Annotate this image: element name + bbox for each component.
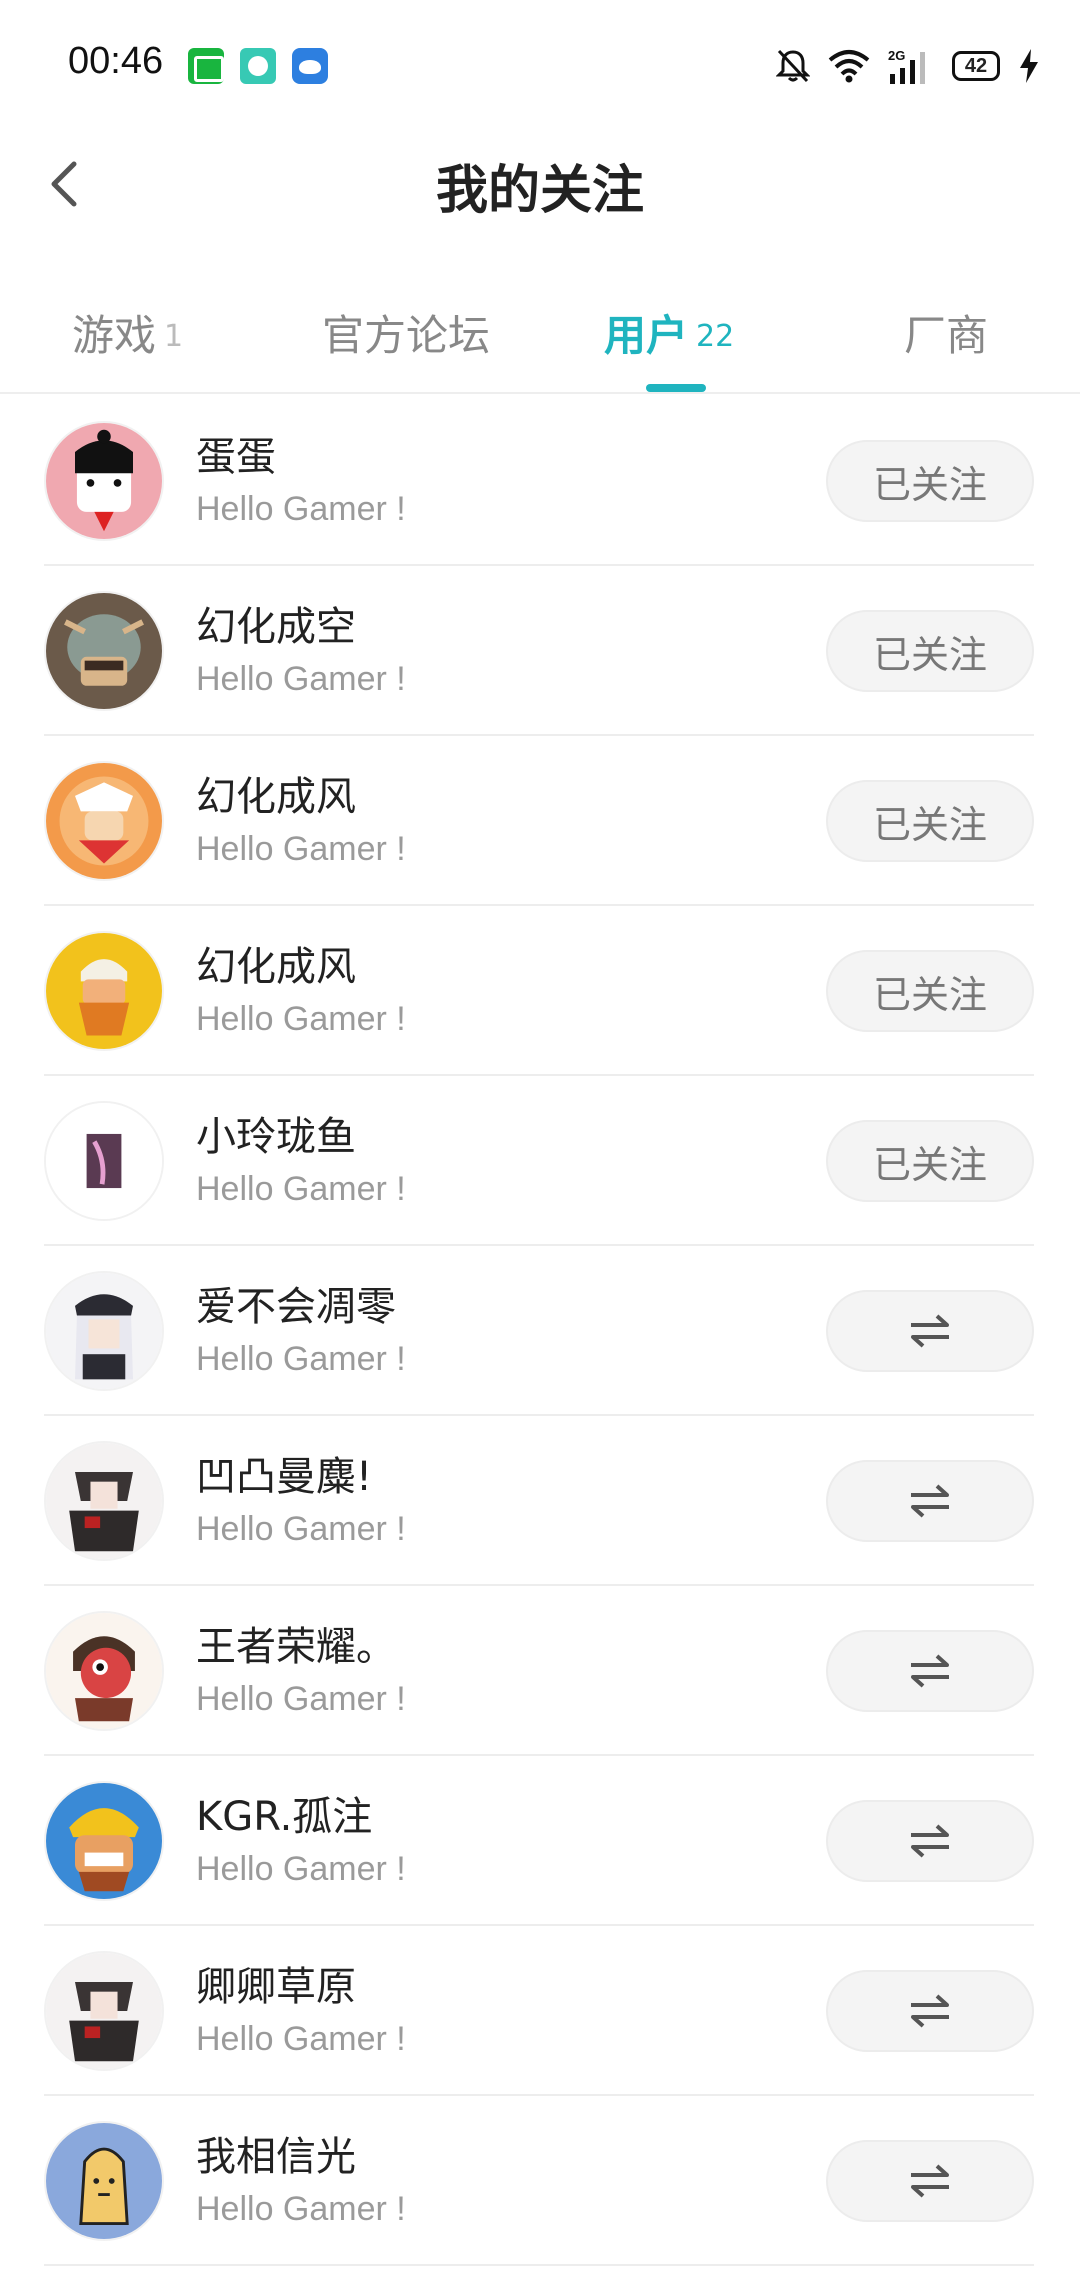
user-name: 王者荣耀。 xyxy=(196,1624,396,1670)
avatar[interactable] xyxy=(44,421,164,541)
user-bio: Hello Gamer ! xyxy=(196,2190,406,2228)
avatar[interactable] xyxy=(44,1611,164,1731)
mutual-follow-button[interactable] xyxy=(826,1800,1034,1882)
chat-app-icon xyxy=(240,48,276,84)
avatar[interactable] xyxy=(44,931,164,1051)
user-name: 凹凸曼麋! xyxy=(196,1454,373,1500)
tab-bar: 游戏 1 官方论坛 用户 22 厂商 xyxy=(0,280,1080,394)
list-item[interactable]: 小玲珑鱼 Hello Gamer ! 已关注 xyxy=(0,1076,1080,1246)
status-bar: 00:46 2G 42 xyxy=(0,0,1080,130)
user-name: 蛋蛋 xyxy=(196,434,276,480)
tab-vendors-label: 厂商 xyxy=(904,311,989,360)
tab-users-count: 22 xyxy=(696,319,735,354)
user-name: 幻化成风 xyxy=(196,774,356,820)
tab-games-count: 1 xyxy=(164,319,184,354)
user-name: 小玲珑鱼 xyxy=(196,1114,356,1160)
user-bio: Hello Gamer ! xyxy=(196,1680,406,1718)
tab-forum-label: 官方论坛 xyxy=(322,311,491,360)
avatar[interactable] xyxy=(44,2121,164,2241)
avatar[interactable] xyxy=(44,1271,164,1391)
iqiyi-app-icon xyxy=(188,48,224,84)
list-item[interactable]: 蛋蛋 Hello Gamer ! 已关注 xyxy=(0,396,1080,566)
avatar[interactable] xyxy=(44,761,164,881)
user-name: 幻化成风 xyxy=(196,944,356,990)
mutual-follow-button[interactable] xyxy=(826,1290,1034,1372)
user-bio: Hello Gamer ! xyxy=(196,1170,406,1208)
user-bio: Hello Gamer ! xyxy=(196,490,406,528)
signal-icon: 2G xyxy=(888,48,925,84)
user-bio: Hello Gamer ! xyxy=(196,660,406,698)
followed-button[interactable]: 已关注 xyxy=(826,440,1034,522)
list-item[interactable]: 王者荣耀。 Hello Gamer ! xyxy=(0,1586,1080,1756)
network-type-label: 2G xyxy=(888,48,905,63)
followed-button[interactable]: 已关注 xyxy=(826,780,1034,862)
wifi-icon xyxy=(828,50,870,83)
user-name: 爱不会凋零 xyxy=(196,1284,396,1330)
user-bio: Hello Gamer ! xyxy=(196,1510,406,1548)
list-item[interactable]: 爱不会凋零 Hello Gamer ! xyxy=(0,1246,1080,1416)
list-item[interactable]: 幻化成风 Hello Gamer ! 已关注 xyxy=(0,906,1080,1076)
user-bio: Hello Gamer ! xyxy=(196,830,406,868)
avatar[interactable] xyxy=(44,1101,164,1221)
followed-button[interactable]: 已关注 xyxy=(826,1120,1034,1202)
mutual-follow-icon xyxy=(911,1314,949,1348)
list-item[interactable]: 卿卿草原 Hello Gamer ! xyxy=(0,1926,1080,2096)
tab-official-forum[interactable]: 官方论坛 xyxy=(322,302,490,363)
mutual-follow-icon xyxy=(911,1654,949,1688)
followed-button[interactable]: 已关注 xyxy=(826,950,1034,1032)
user-name: 幻化成空 xyxy=(196,604,356,650)
bell-off-icon xyxy=(776,49,810,83)
tab-users[interactable]: 用户 22 xyxy=(604,302,734,363)
mutual-follow-icon xyxy=(911,1484,949,1518)
list-item[interactable]: 幻化成风 Hello Gamer ! 已关注 xyxy=(0,736,1080,906)
user-name: 我相信光 xyxy=(196,2134,356,2180)
avatar[interactable] xyxy=(44,1781,164,1901)
user-bio: Hello Gamer ! xyxy=(196,1850,406,1888)
avatar[interactable] xyxy=(44,1951,164,2071)
tab-vendors[interactable]: 厂商 xyxy=(904,302,988,363)
followed-user-list: 蛋蛋 Hello Gamer ! 已关注 幻化成空 Hello Gamer ! … xyxy=(0,396,1080,2266)
bird-app-icon xyxy=(292,48,328,84)
followed-button[interactable]: 已关注 xyxy=(826,610,1034,692)
mutual-follow-icon xyxy=(911,1824,949,1858)
mutual-follow-button[interactable] xyxy=(826,1970,1034,2052)
navigation-header: 我的关注 xyxy=(0,130,1080,250)
mutual-follow-button[interactable] xyxy=(826,1460,1034,1542)
tab-games[interactable]: 游戏 1 xyxy=(72,302,183,363)
user-bio: Hello Gamer ! xyxy=(196,2020,406,2058)
user-name: 卿卿草原 xyxy=(196,1964,356,2010)
battery-icon: 42 xyxy=(952,51,1000,81)
mutual-follow-button[interactable] xyxy=(826,2140,1034,2222)
avatar[interactable] xyxy=(44,591,164,711)
list-item[interactable]: 我相信光 Hello Gamer ! xyxy=(0,2096,1080,2266)
status-indicators: 2G 42 xyxy=(776,46,1040,86)
user-name: KGR.孤注 xyxy=(196,1794,373,1840)
user-bio: Hello Gamer ! xyxy=(196,1000,406,1038)
active-tab-indicator xyxy=(646,384,706,392)
tab-games-label: 游戏 xyxy=(72,311,157,360)
bolt-icon xyxy=(1020,49,1038,83)
list-item[interactable]: 幻化成空 Hello Gamer ! 已关注 xyxy=(0,566,1080,736)
page-title: 我的关注 xyxy=(435,161,644,221)
tab-users-label: 用户 xyxy=(604,311,689,360)
mutual-follow-icon xyxy=(911,2164,949,2198)
mutual-follow-icon xyxy=(911,1994,949,2028)
user-bio: Hello Gamer ! xyxy=(196,1340,406,1378)
list-item[interactable]: 凹凸曼麋! Hello Gamer ! xyxy=(0,1416,1080,1586)
list-item[interactable]: KGR.孤注 Hello Gamer ! xyxy=(0,1756,1080,1926)
status-time: 00:46 xyxy=(68,40,164,82)
avatar[interactable] xyxy=(44,1441,164,1561)
mutual-follow-button[interactable] xyxy=(826,1630,1034,1712)
